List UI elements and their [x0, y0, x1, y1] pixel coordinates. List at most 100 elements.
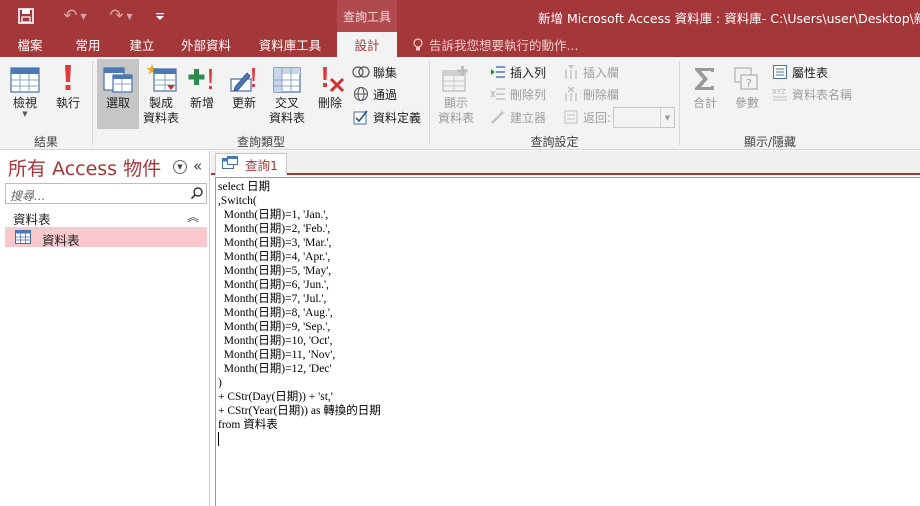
sql-line: + CStr(Year(日期)) as 轉換的日期 — [218, 405, 381, 417]
delete-rows-label: 刪除列 — [510, 87, 547, 102]
delete-rows-button[interactable]: 刪除列 — [489, 84, 546, 104]
window-title: 新增 Microsoft Access 資料庫 : 資料庫- C:\Users\… — [538, 11, 920, 26]
select-label: 選取 — [105, 96, 130, 110]
pass-through-label: 通過 — [373, 87, 398, 102]
run-label: 執行 — [55, 96, 80, 110]
parameters-label: 參數 — [734, 96, 759, 110]
sql-line: select 日期 — [218, 181, 271, 193]
nav-group-tables[interactable]: 資料表 ︽ — [5, 207, 207, 227]
nav-item-table[interactable]: 資料表 — [5, 227, 207, 248]
group-label-query-type: 查詢類型 — [236, 135, 285, 149]
builder-button[interactable]: 建立器 — [489, 107, 546, 127]
append-button[interactable]: 新增 — [184, 59, 220, 129]
search-icon[interactable] — [190, 186, 204, 203]
union-icon — [352, 64, 370, 80]
return-combobox[interactable]: ▼ — [613, 107, 675, 128]
crosstab-button[interactable]: 交叉 資料表 — [266, 59, 308, 129]
nav-item-label: 資料表 — [42, 233, 80, 248]
table-names-button[interactable]: XYZ 資料表名稱 — [771, 84, 852, 104]
view-button[interactable]: 檢視 ▼ — [6, 59, 44, 129]
make-table-button[interactable]: 製成 資料表 — [140, 59, 182, 129]
totals-label: 合計 — [692, 96, 717, 110]
totals-button[interactable]: 合計 — [688, 59, 722, 129]
make-table-icon — [145, 59, 177, 93]
context-group-query-tools: 查詢工具 — [337, 0, 397, 32]
chevron-down-icon: ▼ — [22, 110, 28, 118]
sql-line: Month(日期)=5, 'May', — [218, 265, 332, 277]
builder-label: 建立器 — [510, 110, 547, 125]
delete-columns-label: 刪除欄 — [583, 87, 620, 102]
ribbon-tab-row: 檔案 常用 建立 外部資料 資料庫工具 設計 告訴我您想要執行的動作... — [0, 32, 920, 57]
document-tab-query1[interactable]: 查詢1 — [215, 153, 287, 175]
svg-text:XYZ: XYZ — [772, 88, 786, 96]
sql-line: Month(日期)=2, 'Feb.', — [218, 223, 331, 235]
collapse-pane-icon[interactable]: « — [193, 157, 202, 175]
tab-home[interactable]: 常用 — [60, 32, 116, 57]
sql-line: Month(日期)=1, 'Jan.', — [218, 209, 329, 221]
show-table-button[interactable]: 顯示 資料表 — [434, 59, 478, 129]
update-button[interactable]: 更新 — [226, 59, 262, 129]
navigation-pane: 所有 Access 物件 ▼ « 搜尋... 資料表 ︽ 資料表 — [0, 151, 210, 506]
undo-icon[interactable]: ↶ ▼ — [58, 4, 92, 28]
append-label: 新增 — [189, 96, 214, 110]
union-button[interactable]: 聯集 — [352, 62, 397, 82]
property-sheet-button[interactable]: 屬性表 — [771, 62, 828, 82]
nav-search-input[interactable]: 搜尋... — [5, 183, 207, 204]
save-icon[interactable] — [14, 4, 38, 28]
parameters-icon: ? — [732, 59, 762, 93]
sql-line: from 資料表 — [218, 419, 278, 431]
return-label: 返回: — [583, 110, 612, 125]
sql-editor[interactable]: select 日期 ,Switch( Month(日期)=1, 'Jan.', M… — [215, 177, 920, 506]
chevron-up-double-icon[interactable]: ︽ — [187, 208, 199, 225]
document-tab-strip: 查詢1 — [211, 151, 920, 175]
tab-database-tools[interactable]: 資料庫工具 — [244, 32, 336, 57]
insert-columns-label: 插入欄 — [583, 65, 620, 80]
document-area: 查詢1 select 日期 ,Switch( Month(日期)=1, 'Jan.… — [211, 151, 920, 506]
show-table-label-1: 顯示 — [443, 96, 468, 110]
insert-columns-button[interactable]: 插入欄 — [562, 62, 619, 82]
view-label: 檢視 — [12, 96, 37, 110]
insert-rows-button[interactable]: 插入列 — [489, 62, 546, 82]
svg-text:?: ? — [746, 77, 752, 90]
crosstab-label-2: 資料表 — [268, 111, 305, 125]
tab-file[interactable]: 檔案 — [0, 32, 60, 57]
chevron-down-icon[interactable]: ▼ — [173, 160, 187, 174]
select-query-button[interactable]: 選取 — [97, 59, 139, 129]
return-icon — [562, 109, 580, 125]
parameters-button[interactable]: ? 參數 — [728, 59, 766, 129]
delete-columns-icon — [562, 86, 580, 102]
run-button[interactable]: 執行 — [50, 59, 86, 129]
tab-external-data[interactable]: 外部資料 — [168, 32, 244, 57]
tab-create[interactable]: 建立 — [116, 32, 168, 57]
sql-line: Month(日期)=10, 'Oct', — [218, 335, 333, 347]
append-plus-icon — [187, 59, 217, 93]
group-label-show-hide: 顯示/隱藏 — [743, 135, 797, 149]
sql-line: ) — [218, 377, 222, 389]
delete-columns-button[interactable]: 刪除欄 — [562, 84, 619, 104]
tell-me-box[interactable]: 告訴我您想要執行的動作... — [412, 32, 578, 57]
crosstab-icon — [272, 59, 302, 93]
delete-query-button[interactable]: 刪除 — [312, 59, 348, 129]
pass-through-button[interactable]: 通過 — [352, 84, 397, 104]
sigma-icon — [692, 59, 718, 93]
nav-pane-title[interactable]: 所有 Access 物件 — [8, 154, 161, 181]
redo-icon[interactable]: ↷ ▼ — [104, 4, 138, 28]
make-table-label-1: 製成 — [148, 96, 173, 110]
search-placeholder: 搜尋... — [10, 189, 46, 203]
delete-query-icon — [315, 59, 345, 93]
sql-line: Month(日期)=12, 'Dec' — [218, 363, 332, 375]
builder-wand-icon — [489, 109, 507, 125]
datasheet-view-icon — [10, 59, 40, 93]
sql-line: Month(日期)=6, 'Jun.', — [218, 279, 329, 291]
update-label: 更新 — [231, 96, 256, 110]
data-definition-button[interactable]: 資料定義 — [352, 107, 421, 127]
customize-qat-icon[interactable] — [150, 4, 170, 28]
group-label-query-setup: 查詢設定 — [530, 135, 579, 149]
delete-label: 刪除 — [317, 96, 342, 110]
update-pencil-icon — [229, 59, 259, 93]
tab-design[interactable]: 設計 — [337, 32, 397, 57]
data-definition-icon — [352, 109, 370, 125]
sql-line: Month(日期)=3, 'Mar.', — [218, 237, 332, 249]
ribbon: 檢視 ▼ 執行 結果 選取 製成 資料表 新增 更新 交叉 資料表 刪除 聯集 … — [0, 57, 920, 150]
sql-line: Month(日期)=4, 'Apr.', — [218, 251, 331, 263]
